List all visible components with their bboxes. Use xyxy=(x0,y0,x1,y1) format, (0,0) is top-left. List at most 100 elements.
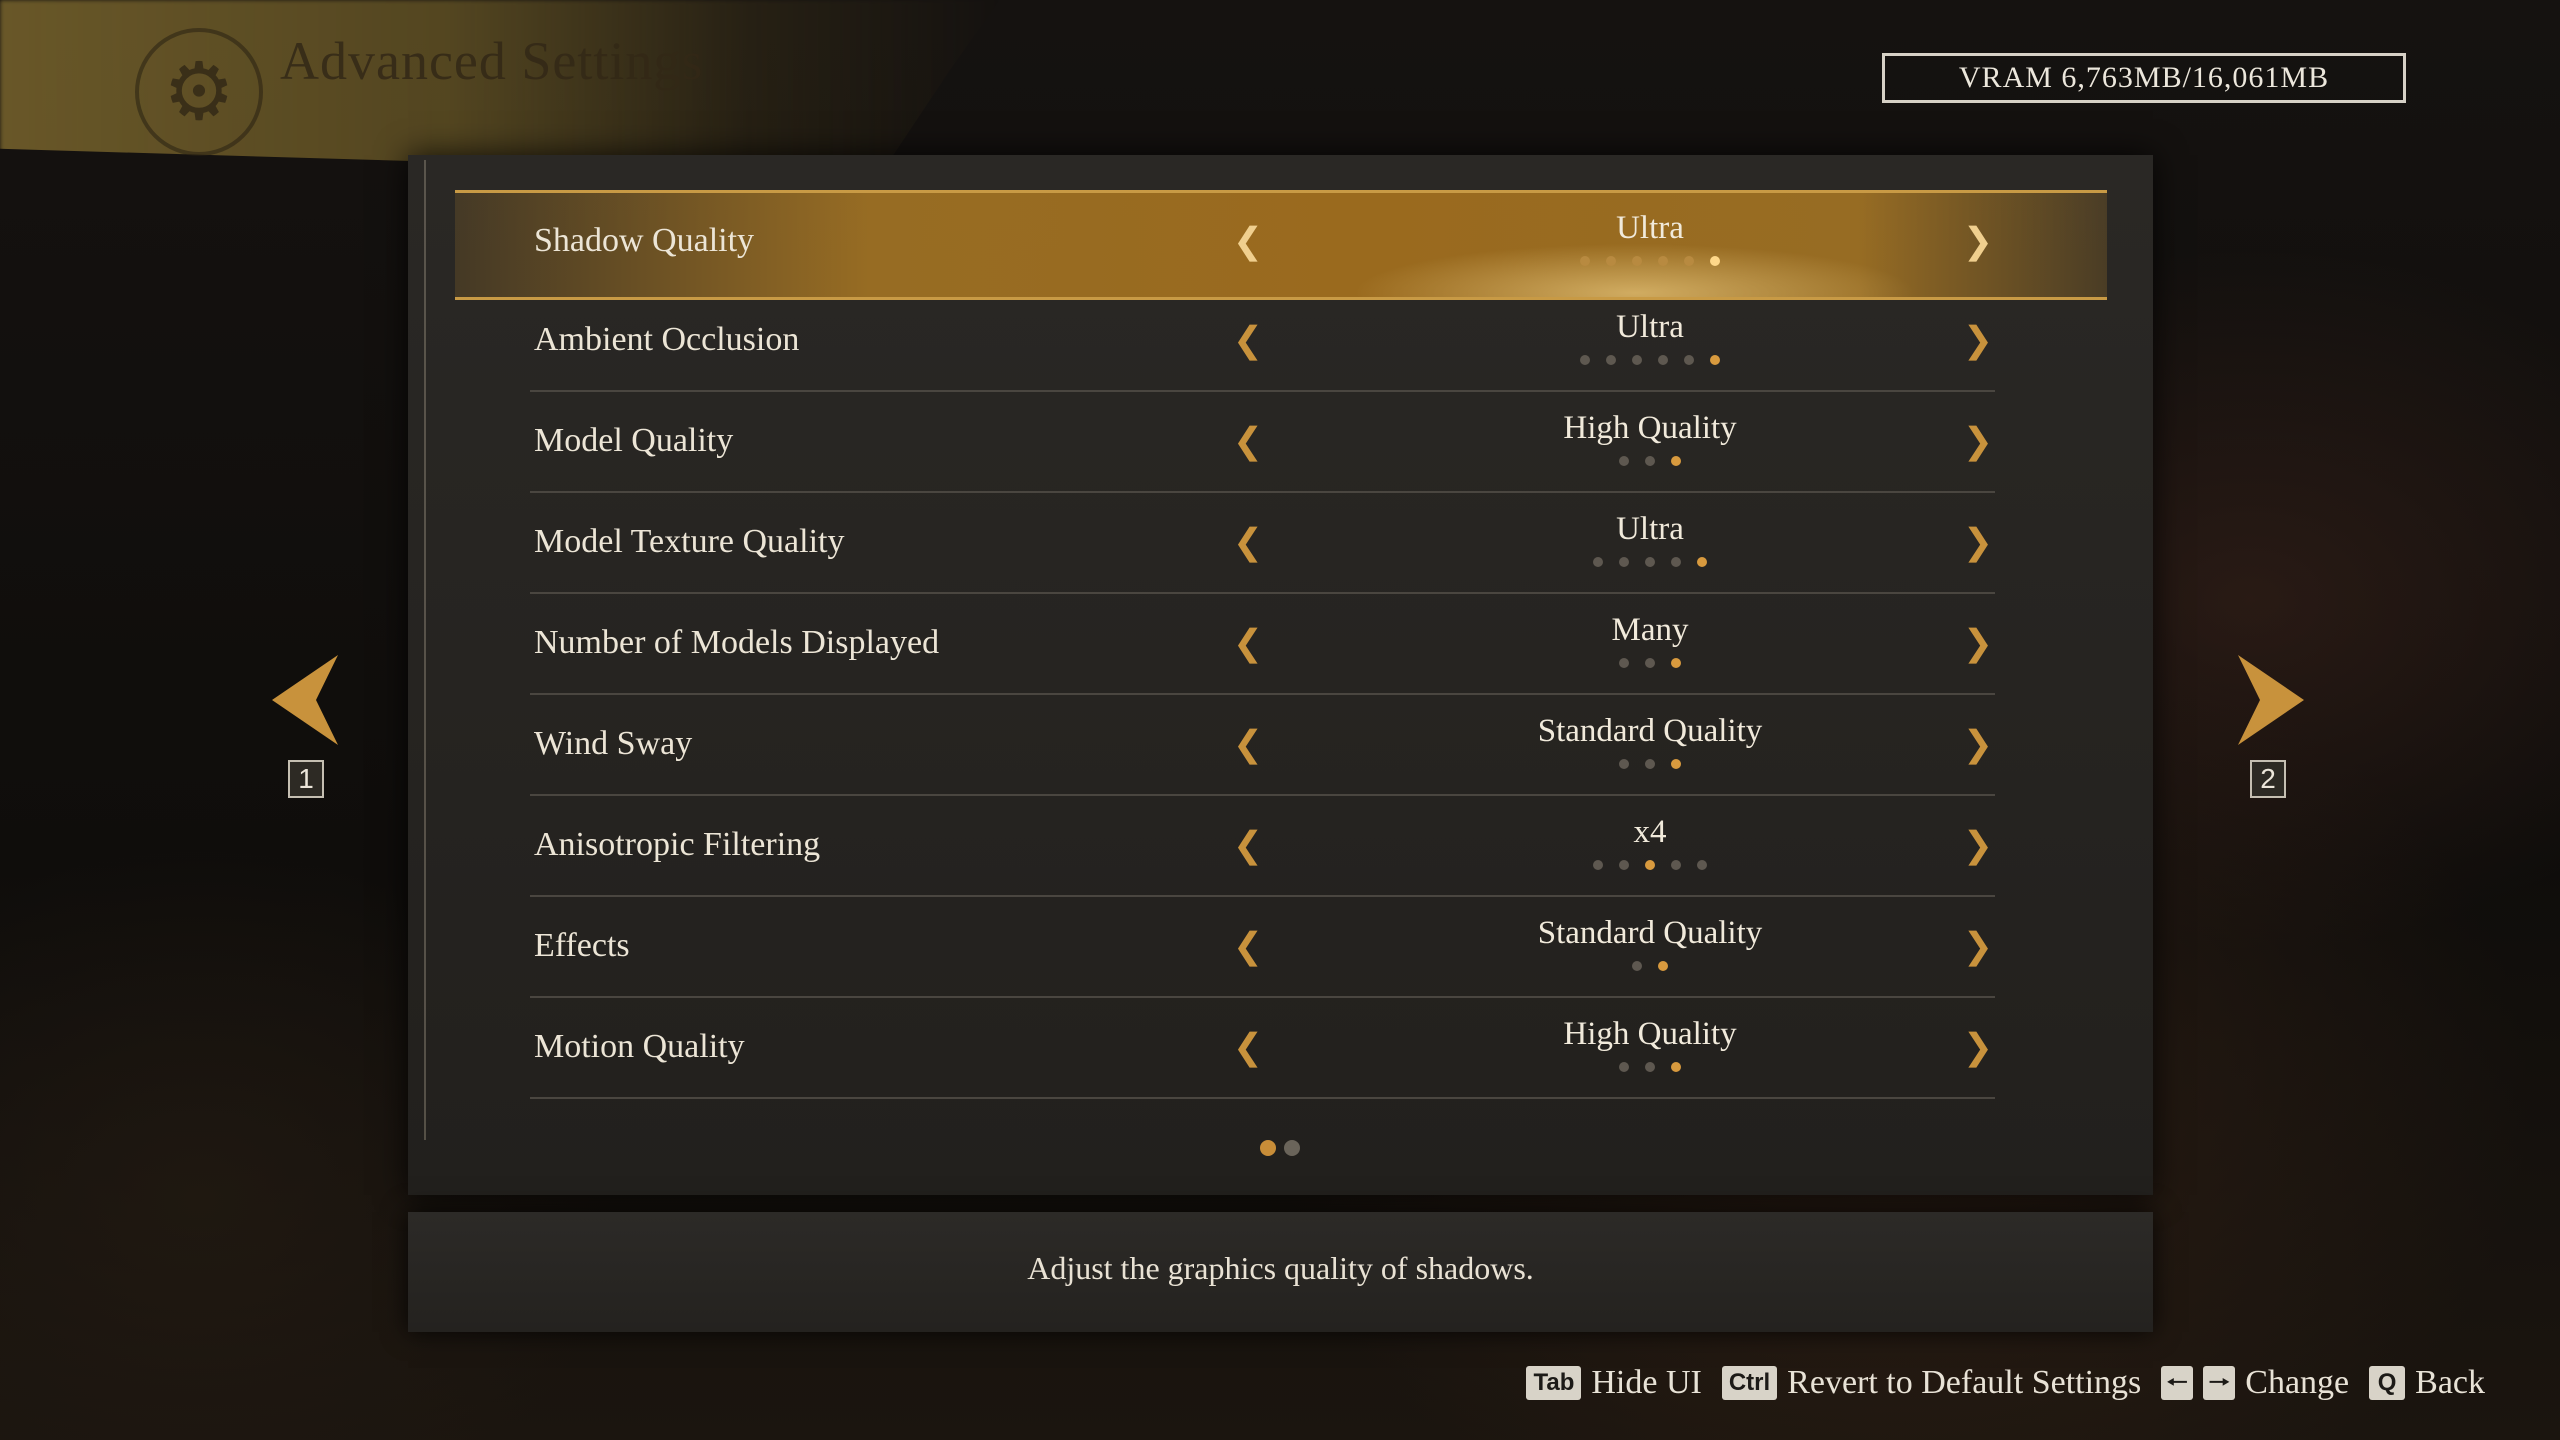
arrow-right-key-icon: 🠒 xyxy=(2203,1366,2236,1400)
level-dot xyxy=(1619,456,1629,466)
level-dot xyxy=(1671,759,1681,769)
level-dot xyxy=(1671,658,1681,668)
change-hint[interactable]: 🠐 🠒 Change xyxy=(2161,1364,2349,1402)
level-dot xyxy=(1645,860,1655,870)
setting-value: Many xyxy=(1611,612,1689,648)
level-indicator xyxy=(1330,355,1970,365)
setting-label: Model Quality xyxy=(534,422,734,459)
description-text: Adjust the graphics quality of shadows. xyxy=(1027,1250,1534,1286)
page-dot xyxy=(1284,1140,1300,1156)
decrease-arrow-icon[interactable]: ❮ xyxy=(1230,927,1266,967)
level-dot xyxy=(1580,355,1590,365)
level-dot xyxy=(1593,860,1603,870)
level-dot xyxy=(1671,1062,1681,1072)
decrease-arrow-icon[interactable]: ❮ xyxy=(1230,523,1266,563)
level-dot xyxy=(1645,1062,1655,1072)
decrease-arrow-icon[interactable]: ❮ xyxy=(1230,1028,1266,1068)
level-indicator xyxy=(1330,256,1970,266)
level-dot xyxy=(1593,557,1603,567)
increase-arrow-icon[interactable]: ❯ xyxy=(1960,321,1996,361)
increase-arrow-icon[interactable]: ❯ xyxy=(1960,927,1996,967)
setting-row[interactable]: Number of Models Displayed ❮ Many ❯ xyxy=(530,594,1995,695)
revert-defaults-hint[interactable]: Ctrl Revert to Default Settings xyxy=(1721,1364,2141,1402)
increase-arrow-icon[interactable]: ❯ xyxy=(1960,725,1996,765)
gear-icon: ⚙ xyxy=(135,28,263,156)
setting-row[interactable]: Effects ❮ Standard Quality ❯ xyxy=(530,897,1995,998)
level-dot xyxy=(1580,256,1590,266)
hide-ui-label: Hide UI xyxy=(1591,1364,1702,1401)
setting-row[interactable]: Ambient Occlusion ❮ Ultra ❯ xyxy=(530,291,1995,392)
page-indicator xyxy=(1260,1140,1300,1156)
level-dot xyxy=(1619,557,1629,567)
level-dot xyxy=(1710,355,1720,365)
setting-row[interactable]: Shadow Quality ❮ Ultra ❯ xyxy=(530,192,1995,291)
decrease-arrow-icon[interactable]: ❮ xyxy=(1230,422,1266,462)
footer-hints: Tab Hide UI Ctrl Revert to Default Setti… xyxy=(1526,1358,2485,1408)
increase-arrow-icon[interactable]: ❯ xyxy=(1960,1028,1996,1068)
page-title: Advanced Settings xyxy=(280,31,704,91)
increase-arrow-icon[interactable]: ❯ xyxy=(1960,826,1996,866)
setting-value: Ultra xyxy=(1616,210,1684,246)
level-dot xyxy=(1619,759,1629,769)
level-dot xyxy=(1606,256,1616,266)
vram-indicator: VRAM 6,763MB/16,061MB xyxy=(1882,53,2406,103)
arrow-left-key-icon: 🠐 xyxy=(2161,1366,2194,1400)
increase-arrow-icon[interactable]: ❯ xyxy=(1960,422,1996,462)
increase-arrow-icon[interactable]: ❯ xyxy=(1960,523,1996,563)
setting-label: Model Texture Quality xyxy=(534,523,845,560)
setting-row[interactable]: Wind Sway ❮ Standard Quality ❯ xyxy=(530,695,1995,796)
level-dot xyxy=(1632,355,1642,365)
setting-row[interactable]: Motion Quality ❮ High Quality ❯ xyxy=(530,998,1995,1099)
decrease-arrow-icon[interactable]: ❮ xyxy=(1230,826,1266,866)
level-dot xyxy=(1606,355,1616,365)
q-key: Q xyxy=(2369,1366,2406,1400)
setting-value: Standard Quality xyxy=(1537,713,1763,749)
level-dot xyxy=(1645,456,1655,466)
level-dot xyxy=(1671,557,1681,567)
level-dot xyxy=(1697,860,1707,870)
setting-value: High Quality xyxy=(1563,1016,1737,1052)
setting-row[interactable]: Model Quality ❮ High Quality ❯ xyxy=(530,392,1995,493)
setting-row[interactable]: Model Texture Quality ❮ Ultra ❯ xyxy=(530,493,1995,594)
previous-page-key: 1 xyxy=(288,760,324,798)
description-box: Adjust the graphics quality of shadows. xyxy=(408,1212,2153,1332)
tab-key: Tab xyxy=(1526,1366,1582,1400)
back-label: Back xyxy=(2415,1364,2485,1401)
increase-arrow-icon[interactable]: ❯ xyxy=(1960,222,1996,262)
settings-list: Shadow Quality ❮ Ultra ❯ Ambient Occlusion ❮ U… xyxy=(530,192,1995,1099)
setting-label: Motion Quality xyxy=(534,1028,745,1065)
change-label: Change xyxy=(2245,1364,2350,1401)
level-indicator xyxy=(1330,860,1970,870)
setting-row[interactable]: Anisotropic Filtering ❮ x4 ❯ xyxy=(530,796,1995,897)
setting-label: Anisotropic Filtering xyxy=(534,826,821,863)
next-page-key: 2 xyxy=(2250,760,2286,798)
setting-label: Ambient Occlusion xyxy=(534,321,800,358)
level-dot xyxy=(1671,456,1681,466)
level-dot xyxy=(1632,256,1642,266)
chevron-right-icon xyxy=(2238,655,2304,745)
level-dot xyxy=(1619,860,1629,870)
hide-ui-hint[interactable]: Tab Hide UI xyxy=(1526,1364,1702,1402)
level-dot xyxy=(1645,759,1655,769)
level-dot xyxy=(1671,860,1681,870)
page-dot xyxy=(1260,1140,1276,1156)
panel-edge-line xyxy=(424,160,426,1140)
level-dot xyxy=(1645,557,1655,567)
level-dot xyxy=(1658,961,1668,971)
increase-arrow-icon[interactable]: ❯ xyxy=(1960,624,1996,664)
decrease-arrow-icon[interactable]: ❮ xyxy=(1230,321,1266,361)
setting-value: Ultra xyxy=(1616,309,1684,345)
setting-value: Standard Quality xyxy=(1537,915,1763,951)
level-indicator xyxy=(1330,1062,1970,1072)
next-page-button[interactable] xyxy=(2234,655,2304,745)
back-hint[interactable]: Q Back xyxy=(2369,1364,2485,1402)
level-dot xyxy=(1697,557,1707,567)
ctrl-key: Ctrl xyxy=(1721,1366,1778,1400)
decrease-arrow-icon[interactable]: ❮ xyxy=(1230,725,1266,765)
level-indicator xyxy=(1330,961,1970,971)
previous-page-button[interactable] xyxy=(272,655,342,745)
decrease-arrow-icon[interactable]: ❮ xyxy=(1230,624,1266,664)
level-dot xyxy=(1645,658,1655,668)
decrease-arrow-icon[interactable]: ❮ xyxy=(1230,222,1266,262)
level-dot xyxy=(1619,658,1629,668)
